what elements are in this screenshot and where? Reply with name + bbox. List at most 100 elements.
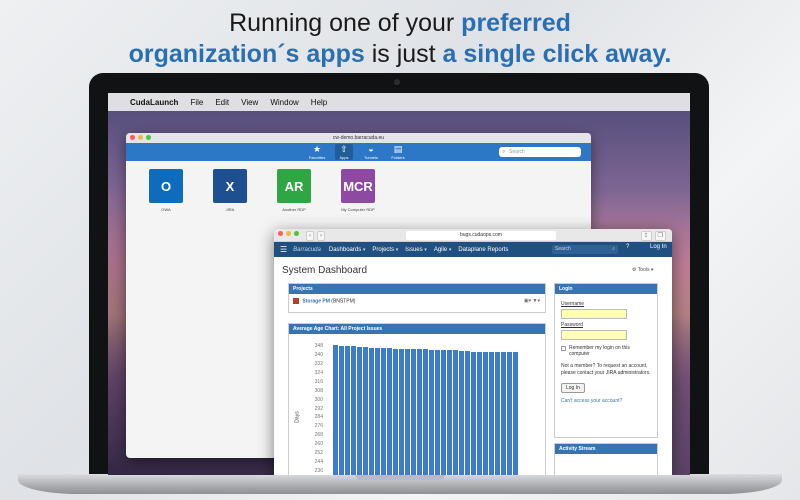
login-button[interactable]: Log In bbox=[561, 383, 585, 393]
search-input[interactable]: ⌕ Search bbox=[499, 147, 581, 157]
tab-favorites[interactable]: ★ Favorites bbox=[308, 144, 326, 160]
zoom-button[interactable] bbox=[294, 231, 299, 236]
headline-highlight: organization´s apps bbox=[128, 40, 365, 68]
y-tick-label: 252 bbox=[314, 449, 323, 456]
username-label: Username bbox=[561, 301, 585, 307]
chart-bar bbox=[393, 348, 398, 475]
search-icon: ⌕ bbox=[502, 149, 506, 155]
chevron-down-icon: ▾ bbox=[362, 246, 366, 253]
remember-label: Remember my login on this computer bbox=[569, 345, 630, 357]
nav-projects[interactable]: Projects ▾ bbox=[372, 247, 398, 253]
chart-bar bbox=[513, 351, 518, 475]
menu-file[interactable]: File bbox=[190, 98, 203, 107]
share-icon[interactable]: ⇪ bbox=[640, 231, 652, 241]
y-tick-label: 332 bbox=[314, 361, 323, 368]
jira-search-input[interactable]: Search ⌕ bbox=[552, 245, 618, 254]
projects-gadget: Projects Storage PM (BNSTPM) ▣▾ ▼▾ bbox=[288, 283, 546, 313]
y-tick-label: 244 bbox=[314, 458, 323, 465]
tabs-icon[interactable]: ❐ bbox=[654, 231, 666, 241]
chart-bar bbox=[459, 350, 464, 475]
username-field[interactable] bbox=[561, 309, 627, 319]
chart-bar bbox=[405, 348, 410, 475]
chart-bar bbox=[333, 345, 338, 475]
minimize-button[interactable] bbox=[286, 231, 291, 236]
menu-window[interactable]: Window bbox=[270, 98, 298, 107]
nav-dashboards[interactable]: Dashboards ▾ bbox=[329, 247, 366, 253]
tab-folders[interactable]: ▤ Folders bbox=[389, 144, 407, 160]
app-label: OWA bbox=[161, 207, 171, 212]
app-another-rdp[interactable]: AR Another RDP bbox=[274, 169, 314, 212]
window-controls bbox=[130, 135, 151, 140]
close-button[interactable] bbox=[130, 135, 135, 140]
app-my-computer-rdp[interactable]: MCR My Computer RDP bbox=[338, 169, 378, 212]
minimize-button[interactable] bbox=[138, 135, 143, 140]
chart-bar bbox=[375, 347, 380, 475]
nav-issues[interactable]: Issues ▾ bbox=[405, 247, 427, 253]
chart-bar bbox=[363, 347, 368, 475]
chart-bar bbox=[495, 351, 500, 475]
y-tick-label: 316 bbox=[314, 378, 323, 385]
headline: Running one of your preferred organizati… bbox=[0, 8, 800, 70]
filter-icon[interactable]: ▣▾ ▼▾ bbox=[524, 298, 540, 304]
average-age-chart-gadget: Average Age Chart: All Project Issues Da… bbox=[288, 323, 546, 475]
y-tick-label: 260 bbox=[314, 441, 323, 448]
y-tick-label: 324 bbox=[314, 370, 323, 377]
nav-dataplane-reports[interactable]: Dataplane Reports bbox=[458, 247, 508, 253]
chart-bar bbox=[399, 348, 404, 475]
headline-highlight: a single click away. bbox=[442, 40, 672, 68]
chart-bar bbox=[411, 349, 416, 475]
jira-nav: ☰ Barracuda Dashboards ▾ Projects ▾ Issu… bbox=[274, 242, 672, 257]
y-tick-label: 268 bbox=[314, 432, 323, 439]
project-avatar bbox=[293, 298, 299, 304]
headline-text: is just bbox=[364, 40, 443, 68]
nav-agile[interactable]: Agile ▾ bbox=[434, 247, 452, 253]
chart-bar bbox=[471, 351, 476, 475]
password-field[interactable] bbox=[561, 330, 627, 340]
app-label: Another RDP bbox=[282, 207, 306, 212]
chart-bar bbox=[453, 350, 458, 475]
close-button[interactable] bbox=[278, 231, 283, 236]
folder-icon: ▤ bbox=[393, 144, 403, 154]
back-icon[interactable]: ‹ bbox=[306, 231, 314, 241]
page-title: System Dashboard bbox=[282, 265, 368, 276]
nav-label: Agile bbox=[433, 246, 448, 253]
chevron-down-icon: ▾ bbox=[424, 246, 427, 253]
gadget-title: Login bbox=[555, 284, 657, 294]
nav-label: Dashboards bbox=[328, 246, 362, 253]
y-tick-label: 348 bbox=[314, 343, 323, 350]
app-label: My Computer RDP bbox=[341, 207, 375, 212]
menu-view[interactable]: View bbox=[241, 98, 258, 107]
app-grid: O OWA X JIRA AR Another RDP MCR My Compu… bbox=[146, 169, 378, 212]
chart-bar bbox=[441, 349, 446, 475]
chart-bar bbox=[351, 346, 356, 475]
tunnel-icon: ◒ bbox=[368, 144, 374, 154]
app-jira[interactable]: X JIRA bbox=[210, 169, 250, 212]
zoom-button[interactable] bbox=[146, 135, 151, 140]
app-label: JIRA bbox=[225, 207, 235, 212]
menu-help[interactable]: Help bbox=[311, 98, 327, 107]
help-icon[interactable]: ? bbox=[626, 244, 629, 250]
y-tick-label: 292 bbox=[314, 405, 323, 412]
browser-window: ‹ › bugs.cudaops.com ⇪ ❐ ☰ Barracuda Das… bbox=[274, 229, 672, 475]
login-link[interactable]: Log In bbox=[650, 244, 667, 250]
forgot-link[interactable]: Can't access your account? bbox=[561, 398, 651, 404]
tab-tunnels[interactable]: ◒ Tunnels bbox=[362, 144, 380, 160]
forward-icon[interactable]: › bbox=[317, 231, 325, 241]
chart-bar bbox=[381, 348, 386, 475]
tools-menu[interactable]: ⚙ Tools ▾ bbox=[632, 267, 653, 273]
tab-label: Apps bbox=[339, 155, 349, 160]
tab-apps[interactable]: ⇧ Apps bbox=[335, 144, 353, 160]
barracuda-logo[interactable]: Barracuda bbox=[293, 247, 321, 253]
launcher-toolbar: ★ Favorites ⇧ Apps ◒ Tunnels ▤ Folders ⌕ bbox=[126, 143, 591, 161]
chart-bar bbox=[465, 351, 470, 475]
menu-app-name[interactable]: CudaLaunch bbox=[130, 98, 178, 107]
search-placeholder: Search bbox=[555, 246, 571, 252]
project-link[interactable]: Storage PM bbox=[302, 298, 330, 304]
remember-checkbox[interactable] bbox=[561, 346, 566, 351]
address-bar[interactable]: bugs.cudaops.com bbox=[406, 231, 556, 240]
rdp-icon: AR bbox=[277, 169, 311, 203]
menu-edit[interactable]: Edit bbox=[215, 98, 229, 107]
app-owa[interactable]: O OWA bbox=[146, 169, 186, 212]
menu-icon[interactable]: ☰ bbox=[280, 245, 287, 254]
gadget-title: Average Age Chart: All Project Issues bbox=[289, 324, 545, 334]
